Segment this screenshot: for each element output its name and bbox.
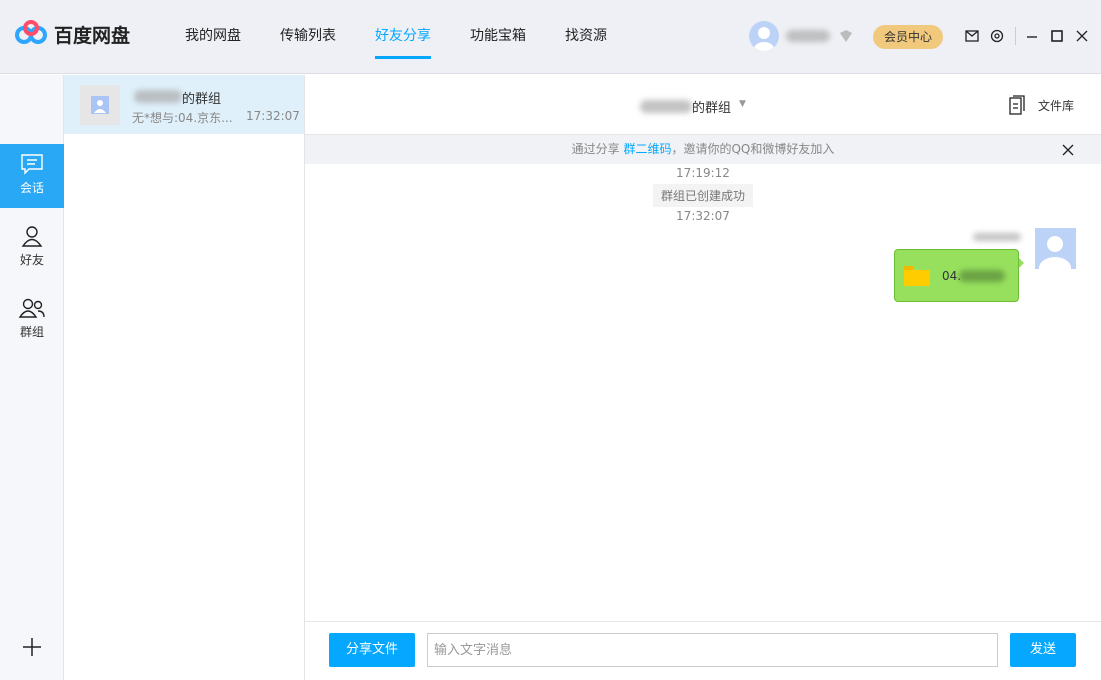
sidebar-item-label: 群组 [20,325,44,339]
sidebar-item-label: 会话 [20,181,44,195]
file-library-button[interactable]: 文件库 [1038,97,1074,114]
chat-title-blurred [640,100,692,113]
conversation-preview: 无*想与:04.京东... [132,109,233,126]
chat-header: 的群组 ▼ 文件库 [305,75,1101,135]
nav-transfers[interactable]: 传输列表 [280,0,336,74]
minimize-icon[interactable] [1026,30,1038,42]
banner-text: 通过分享 [572,142,624,156]
sidebar-item-conversations[interactable]: 会话 [0,144,64,208]
chat-title[interactable]: 的群组 [692,97,731,116]
close-banner-icon[interactable] [1062,144,1074,156]
system-message: 群组已创建成功 [653,184,753,207]
person-icon [20,225,44,247]
main-nav: 我的网盘 传输列表 好友分享 功能宝箱 找资源 [185,0,646,74]
baidu-netdisk-logo-icon [14,20,48,48]
settings-icon[interactable] [990,29,1004,43]
group-icon [18,297,46,319]
sidebar-item-friends[interactable]: 好友 [0,216,64,280]
sender-avatar[interactable] [1035,228,1076,269]
banner-text: ，邀请你的QQ和微博好友加入 [671,142,834,156]
nav-toolbox[interactable]: 功能宝箱 [470,0,526,74]
file-name-blurred [959,270,1005,282]
send-button[interactable]: 发送 [1010,633,1076,667]
conversation-item[interactable]: 的群组 无*想与:04.京东... 17:32:07 [64,75,304,134]
file-library-icon[interactable] [1009,95,1025,115]
sender-name-blurred [973,233,1021,241]
chat-icon [20,153,44,175]
message-input[interactable] [427,633,998,667]
sidebar-item-label: 好友 [20,253,44,267]
app-title: 百度网盘 [54,21,130,48]
sidebar-item-groups[interactable]: 群组 [0,288,64,352]
nav-my-disk[interactable]: 我的网盘 [185,0,241,74]
nav-friend-share[interactable]: 好友分享 [375,0,431,74]
mail-icon[interactable] [965,30,979,42]
maximize-icon[interactable] [1051,30,1063,42]
app-logo: 百度网盘 [14,20,130,48]
conversation-name: 的群组 [182,88,221,107]
close-window-icon[interactable] [1076,30,1088,42]
message-timestamp: 17:32:07 [305,209,1101,223]
share-file-button[interactable]: 分享文件 [329,633,415,667]
conversation-time: 17:32:07 [246,109,300,123]
sidebar: 会话 好友 群组 [0,75,64,680]
message-timestamp: 17:19:12 [305,166,1101,180]
message-input-bar: 分享文件 发送 [305,621,1101,680]
divider [1015,27,1016,45]
folder-icon [904,266,930,286]
user-avatar[interactable] [749,21,779,51]
vip-center-button[interactable]: 会员中心 [873,25,943,49]
conversation-list: 的群组 无*想与:04.京东... 17:32:07 [64,75,305,680]
chat-panel: 的群组 ▼ 文件库 通过分享 群二维码，邀请你的QQ和微博好友加入 17:19:… [305,75,1101,680]
file-message-bubble[interactable]: 04. [894,249,1019,302]
add-icon[interactable] [22,637,42,657]
group-qrcode-link[interactable]: 群二维码 [623,142,671,156]
group-avatar [80,85,120,125]
title-bar: 百度网盘 我的网盘 传输列表 好友分享 功能宝箱 找资源 会员中心 [0,0,1101,74]
dropdown-icon[interactable]: ▼ [739,99,746,109]
invite-banner: 通过分享 群二维码，邀请你的QQ和微博好友加入 [305,135,1101,164]
group-name-blurred [134,90,182,103]
vip-diamond-icon [838,28,854,44]
username-blurred[interactable] [786,30,830,42]
nav-find-resources[interactable]: 找资源 [565,0,607,74]
